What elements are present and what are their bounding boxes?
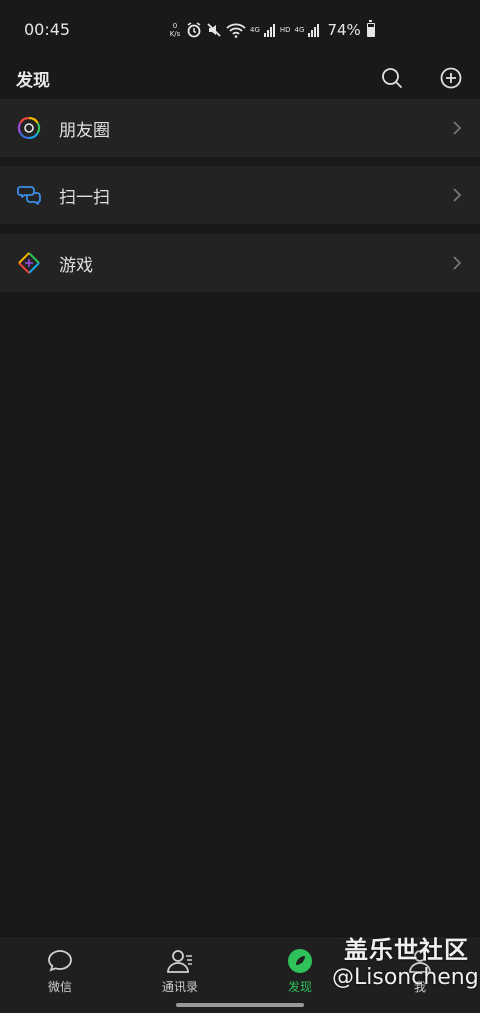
games-icon bbox=[18, 252, 40, 274]
tab-chats[interactable]: 微信 bbox=[0, 947, 120, 997]
add-button[interactable] bbox=[435, 62, 467, 94]
tab-label: 微信 bbox=[47, 980, 72, 994]
chevron-right-icon bbox=[453, 256, 462, 270]
watermark-user: @Lisoncheng bbox=[332, 965, 479, 990]
menu-item-label: 游戏 bbox=[59, 255, 93, 276]
network-speed-unit: K/s bbox=[169, 30, 181, 38]
page-title: 发现 bbox=[16, 70, 50, 91]
network-speed-value: 0 bbox=[172, 22, 178, 30]
menu-item-scan[interactable]: 扫一扫 bbox=[0, 166, 480, 224]
search-button[interactable] bbox=[376, 62, 408, 94]
network-speed: 0 K/s bbox=[168, 22, 182, 38]
tab-contacts[interactable]: 通讯录 bbox=[120, 947, 240, 997]
menu-item-games[interactable]: 游戏 bbox=[0, 234, 480, 292]
mute-icon bbox=[207, 23, 221, 37]
lte-label-2: 4G bbox=[294, 26, 305, 34]
screen: 00:45 0 K/s 4G HD 4G 74% 发现 朋友圈 扫一扫 游戏 微… bbox=[0, 0, 480, 1013]
plus-circle-icon bbox=[440, 67, 462, 89]
lte-label-1: 4G bbox=[250, 26, 260, 34]
menu-item-label: 扫一扫 bbox=[59, 187, 110, 208]
status-time: 00:45 bbox=[24, 19, 71, 39]
signal-icon-1 bbox=[263, 24, 275, 37]
status-bar: 00:45 0 K/s 4G HD 4G 74% bbox=[0, 0, 480, 58]
contacts-icon bbox=[167, 950, 192, 973]
moments-icon bbox=[17, 116, 41, 140]
header: 发现 bbox=[0, 58, 480, 98]
scan-icon bbox=[17, 186, 41, 205]
tab-label: 发现 bbox=[287, 980, 312, 994]
watermark-title: 盖乐世社区 bbox=[344, 936, 469, 964]
chat-icon bbox=[48, 950, 72, 972]
menu-item-label: 朋友圈 bbox=[59, 120, 110, 141]
alarm-icon bbox=[187, 22, 201, 38]
tab-label: 通讯录 bbox=[161, 980, 198, 994]
chevron-right-icon bbox=[453, 121, 462, 135]
signal-icon-2 bbox=[308, 24, 320, 37]
battery-icon bbox=[366, 20, 375, 37]
search-icon bbox=[382, 68, 402, 88]
home-indicator[interactable] bbox=[176, 1003, 304, 1007]
discover-icon bbox=[288, 949, 312, 973]
chevron-right-icon bbox=[453, 188, 462, 202]
menu-item-moments[interactable]: 朋友圈 bbox=[0, 99, 480, 157]
battery-percent: 74% bbox=[327, 21, 361, 39]
hd-label: HD bbox=[279, 26, 291, 34]
status-icons: 0 K/s 4G HD 4G 74% bbox=[168, 18, 375, 42]
wifi-icon bbox=[226, 23, 246, 38]
